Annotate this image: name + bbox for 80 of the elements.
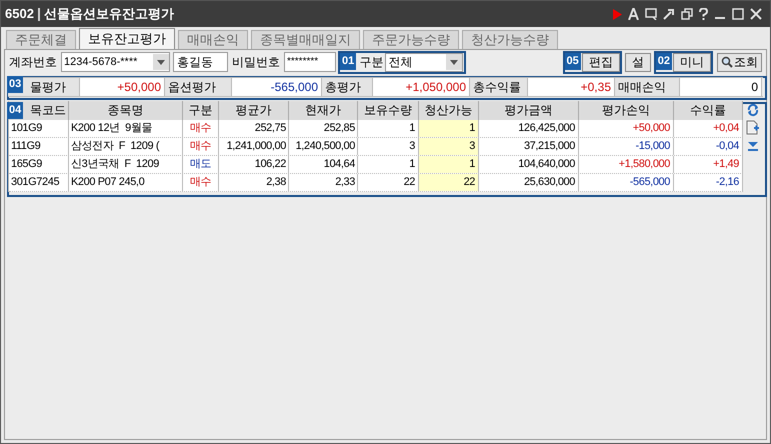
search-button[interactable]: 조회 — [717, 52, 762, 72]
table-cell: 301G7245 — [9, 174, 69, 191]
table-cell: 매수 — [183, 120, 219, 137]
table-cell: -15,000 — [579, 138, 674, 155]
summary-label: 총평가 — [322, 78, 373, 96]
summary-label: 옵션평가 — [165, 78, 232, 96]
font-icon[interactable] — [628, 8, 639, 20]
table-cell: 25,630,000 — [479, 174, 579, 191]
maximize-icon[interactable] — [732, 8, 744, 20]
callout-badge: 03 — [7, 76, 24, 93]
table-cell: 101G9 — [9, 120, 69, 137]
table-cell: 104,64 — [289, 156, 358, 173]
table-cell: -565,000 — [579, 174, 674, 191]
add-page-icon[interactable] — [746, 120, 760, 135]
summary-value: 0 — [680, 78, 762, 96]
play-icon[interactable] — [613, 8, 622, 20]
tab[interactable]: 종목별매매일지 — [251, 30, 360, 49]
table-cell: K200 P07 245,0 — [69, 174, 183, 191]
help-icon[interactable] — [699, 8, 708, 20]
pin-icon[interactable] — [663, 8, 675, 20]
window-title: 선물옵션보유잔고평가 — [44, 5, 174, 24]
table-cell: 3 — [419, 138, 479, 155]
tab[interactable]: 주문체결 — [6, 30, 76, 49]
toolbar-button[interactable]: 편집 — [582, 52, 620, 72]
callout-badge: 05 — [564, 52, 581, 70]
table-cell: 104,640,000 — [479, 156, 579, 173]
tab[interactable]: 주문가능수량 — [363, 30, 459, 49]
tab[interactable]: 청산가능수량 — [462, 30, 558, 49]
password-field[interactable]: ******** — [284, 52, 336, 72]
summary-value: +50,000 — [80, 78, 165, 96]
toolbar-button[interactable]: 미니 — [673, 52, 711, 72]
callout-badge: 02 — [656, 52, 672, 70]
category-label: 구분 — [359, 54, 384, 71]
account-dropdown[interactable]: 1234-5678-**** — [61, 52, 170, 72]
account-label: 계좌번호 — [9, 54, 58, 71]
table-cell: 매도 — [183, 156, 219, 173]
table-cell: 126,425,000 — [479, 120, 579, 137]
tab[interactable]: 매매손익 — [178, 30, 248, 49]
table-cell: 삼성전자 F 1209 ( — [69, 138, 183, 155]
table-cell: K200 12년 9월물 — [69, 120, 183, 137]
table-cell: 2,33 — [289, 174, 358, 191]
callout-badge: 01 — [340, 52, 356, 70]
table-cell: 1,240,500,00 — [289, 138, 358, 155]
table-cell: 37,215,000 — [479, 138, 579, 155]
table-cell: +0,04 — [674, 120, 743, 137]
close-icon[interactable] — [750, 8, 762, 20]
comment-icon[interactable] — [645, 8, 657, 20]
table-cell: 165G9 — [9, 156, 69, 173]
table-cell: 2,38 — [219, 174, 289, 191]
table-cell: -0,04 — [674, 138, 743, 155]
callout-badge: 04 — [7, 102, 24, 119]
category-dropdown[interactable]: 전체 — [385, 52, 464, 72]
table-cell: 111G9 — [9, 138, 69, 155]
tab[interactable]: 보유잔고평가 — [79, 28, 175, 49]
table-cell: 106,22 — [219, 156, 289, 173]
table-cell: 1,241,000,00 — [219, 138, 289, 155]
refresh-icon[interactable] — [746, 103, 760, 117]
table-cell: +1,580,000 — [579, 156, 674, 173]
search-icon — [721, 56, 733, 68]
table-cell: -2,16 — [674, 174, 743, 191]
summary-value: +1,050,000 — [373, 78, 470, 96]
table-cell: 매수 — [183, 174, 219, 191]
summary-label: 매매손익 — [615, 78, 680, 96]
table-cell: 22 — [419, 174, 479, 191]
restore-icon[interactable] — [681, 8, 693, 20]
summary-label: 총수익률 — [470, 78, 528, 96]
table-cell: 252,85 — [289, 120, 358, 137]
table-cell: 1 — [419, 156, 479, 173]
table-cell: +50,000 — [579, 120, 674, 137]
password-label: 비밀번호 — [232, 54, 281, 71]
table-cell: 매수 — [183, 138, 219, 155]
table-cell: +1,49 — [674, 156, 743, 173]
table-cell: 신3년국채 F 1209 — [69, 156, 183, 173]
toolbar-button[interactable]: 설 — [624, 52, 651, 72]
summary-value: -565,000 — [232, 78, 322, 96]
table-cell: 1 — [419, 120, 479, 137]
screen-number: 6502 — [5, 5, 34, 24]
account-holder-field: 홍길동 — [173, 52, 228, 72]
table-cell: 252,75 — [219, 120, 289, 137]
summary-value: +0,35 — [528, 78, 615, 96]
